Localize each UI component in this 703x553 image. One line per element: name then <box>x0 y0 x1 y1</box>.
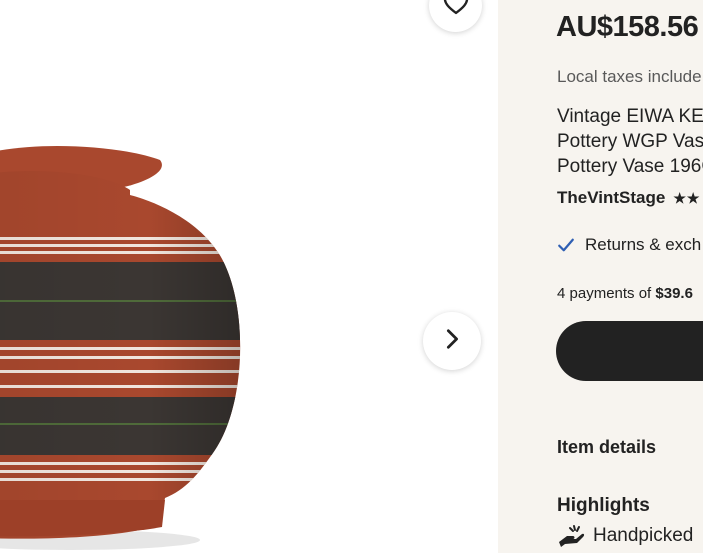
listing-info-panel: AU$158.56 Local taxes include Vintage EI… <box>498 0 703 553</box>
checkmark-icon <box>557 236 575 254</box>
add-to-cart-button[interactable] <box>556 321 703 381</box>
next-image-button[interactable] <box>423 312 481 370</box>
shop-name-link[interactable]: TheVintStage <box>557 188 665 208</box>
shop-info: TheVintStage ★★ <box>557 188 700 208</box>
highlight-handpicked-label: Handpicked <box>593 525 694 546</box>
listing-title: Vintage EIWA KE Pottery WGP Vas Pottery … <box>557 104 703 179</box>
price: AU$158.56 <box>556 11 699 43</box>
product-image[interactable] <box>0 0 498 553</box>
listing-title-line-2: Pottery WGP Vas <box>557 131 703 152</box>
heart-outline-icon <box>442 0 470 22</box>
item-details-heading[interactable]: Item details <box>557 437 656 458</box>
listing-title-line-1: Vintage EIWA KE <box>557 106 703 127</box>
payments-prefix: 4 payments of <box>557 285 656 302</box>
highlight-handpicked: Handpicked <box>557 524 693 548</box>
taxes-note: Local taxes include <box>557 67 702 86</box>
star-rating[interactable]: ★★ <box>673 190 700 207</box>
listing-image-gallery <box>0 0 498 553</box>
chevron-right-icon <box>441 328 463 355</box>
highlights-heading: Highlights <box>557 495 650 516</box>
installment-payments[interactable]: 4 payments of $39.6 <box>557 285 693 302</box>
payments-amount: $39.6 <box>655 285 693 302</box>
listing-title-line-3: Pottery Vase 196C <box>557 156 703 177</box>
returns-text: Returns & exch <box>585 235 702 254</box>
returns-info[interactable]: Returns & exch <box>557 235 701 255</box>
hand-pick-icon <box>557 524 585 548</box>
